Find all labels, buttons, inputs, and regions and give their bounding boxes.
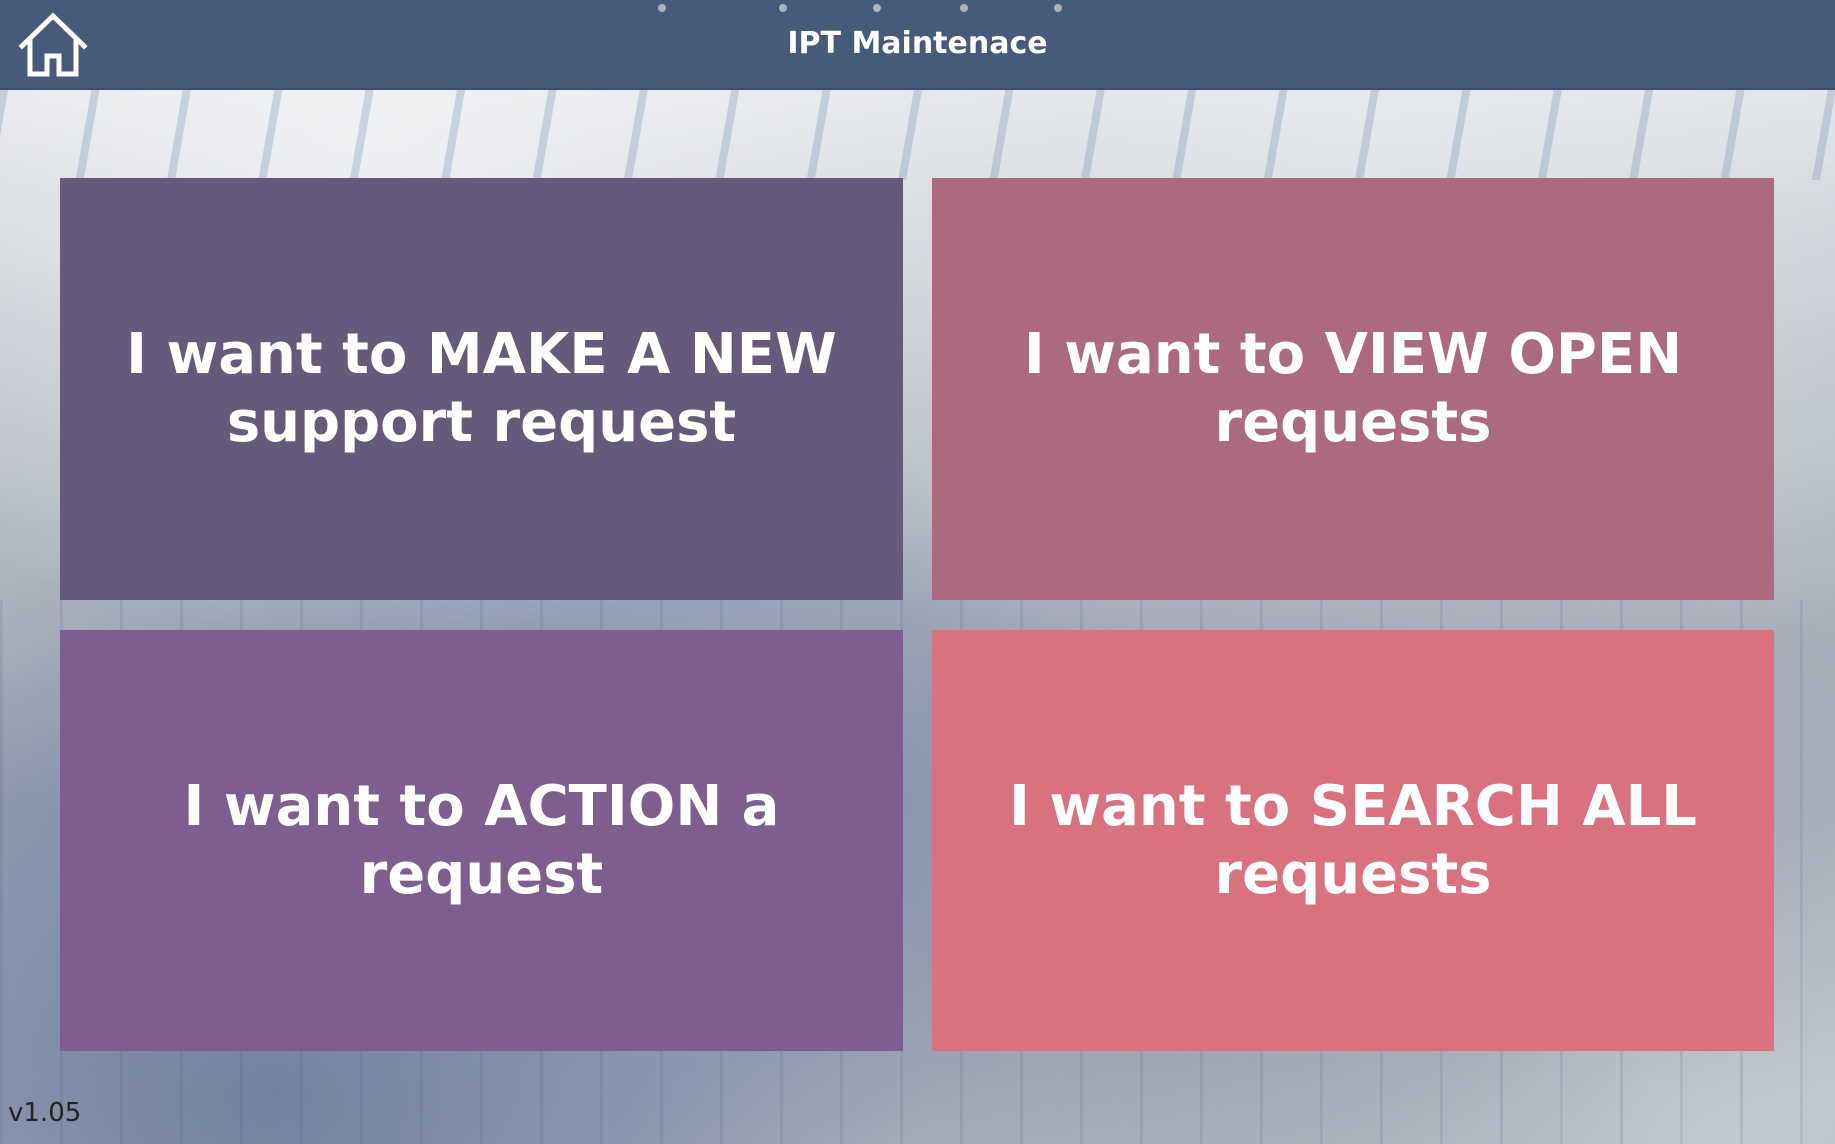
search-all-requests-label: I want to SEARCH ALL requests xyxy=(1009,773,1697,907)
header-dots xyxy=(0,4,1835,14)
app-screen: IPT Maintenace I want to MAKE A NEW supp… xyxy=(0,0,1835,1144)
header-dot xyxy=(960,4,968,12)
view-open-requests-button[interactable]: I want to VIEW OPEN requests xyxy=(932,178,1774,600)
header-bar: IPT Maintenace xyxy=(0,0,1835,90)
app-title: IPT Maintenace xyxy=(787,26,1048,61)
action-request-label: I want to ACTION a request xyxy=(183,773,780,907)
view-open-requests-label: I want to VIEW OPEN requests xyxy=(1023,322,1683,455)
header-dot xyxy=(873,4,881,12)
search-all-requests-button[interactable]: I want to SEARCH ALL requests xyxy=(932,630,1774,1051)
make-new-request-button[interactable]: I want to MAKE A NEW support request xyxy=(60,178,903,600)
header-dot xyxy=(779,4,787,12)
header-dot xyxy=(1054,4,1062,12)
make-new-request-label: I want to MAKE A NEW support request xyxy=(126,322,837,455)
header-dot xyxy=(658,4,666,12)
version-label: v1.05 xyxy=(8,1098,82,1128)
action-request-button[interactable]: I want to ACTION a request xyxy=(60,630,903,1051)
